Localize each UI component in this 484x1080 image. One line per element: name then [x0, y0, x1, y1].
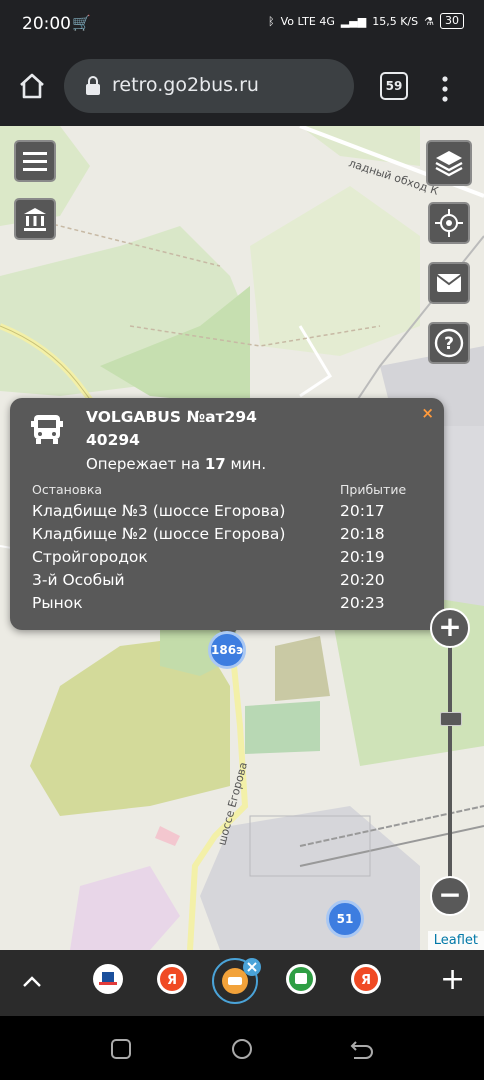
shortcut-yandex-2[interactable]: Я	[351, 964, 381, 994]
lab-icon: ⚗	[424, 14, 434, 28]
stop-name: 3-й Особый	[32, 571, 125, 589]
museum-icon	[24, 208, 46, 231]
ahead-value: 17	[204, 455, 226, 473]
shortcut-yandex-1[interactable]: Я	[157, 964, 187, 994]
status-icons: ᛒ Vo LTE 4G ▂▄▆ 15,5 K/S ⚗ 30	[268, 13, 464, 29]
popup-close-button[interactable]: ×	[421, 404, 434, 422]
signal-icon: ▂▄▆	[340, 14, 367, 28]
arrival-time: 20:20	[340, 571, 385, 589]
svg-text:Я: Я	[361, 973, 371, 988]
map-view[interactable]: ладный обход К шоссе Егорова ? VOLGABUS …	[0, 126, 484, 950]
chevron-up-icon[interactable]	[22, 974, 42, 988]
shortcut-app-1[interactable]	[93, 964, 123, 994]
locate-button[interactable]	[428, 202, 470, 244]
stop-name: Кладбище №3 (шоссе Егорова)	[32, 502, 286, 520]
lock-icon	[86, 76, 100, 95]
more-menu-icon[interactable]	[440, 74, 450, 104]
vehicle-number: 40294	[86, 431, 140, 449]
museum-button[interactable]	[14, 198, 56, 240]
address-bar[interactable]: retro.go2bus.ru	[64, 59, 354, 113]
help-button[interactable]: ?	[428, 322, 470, 364]
zoom-out-button[interactable]: −	[430, 876, 470, 916]
menu-icon	[23, 152, 47, 171]
layers-icon	[435, 151, 463, 177]
bottom-toolbar: Я Я +	[0, 950, 484, 1016]
browser-toolbar: retro.go2bus.ru 59	[0, 48, 484, 126]
arrival-time: 20:17	[340, 502, 385, 520]
vehicle-popup: VOLGABUS №ат294 40294 Опережает на 17 ми…	[10, 398, 444, 640]
col-header-arrival: Прибытие	[340, 482, 407, 497]
vehicle-title: VOLGABUS №ат294	[86, 408, 257, 426]
transport-app-icon	[289, 967, 313, 991]
system-nav-bar	[0, 1016, 484, 1080]
status-bar: 20:00 🛒 ᛒ Vo LTE 4G ▂▄▆ 15,5 K/S ⚗ 30	[0, 0, 484, 48]
bluetooth-icon: ᛒ	[268, 14, 275, 28]
tab-switcher-button[interactable]: 59	[380, 72, 408, 100]
mail-icon	[436, 274, 462, 292]
zoom-slider-handle[interactable]	[440, 712, 462, 726]
yandex-icon: Я	[354, 967, 378, 991]
arrival-time: 20:18	[340, 525, 385, 543]
mail-button[interactable]	[428, 262, 470, 304]
ahead-prefix: Опережает на	[86, 455, 201, 473]
yandex-icon: Я	[160, 967, 184, 991]
url-text: retro.go2bus.ru	[112, 74, 259, 96]
signal-text: Vo LTE 4G	[280, 14, 335, 28]
layers-button[interactable]	[426, 140, 472, 186]
stop-name: Кладбище №2 (шоссе Егорова)	[32, 525, 286, 543]
stop-name: Стройгородок	[32, 548, 148, 566]
zoom-slider-track[interactable]	[448, 644, 452, 880]
menu-button[interactable]	[14, 140, 56, 182]
ahead-suffix: мин.	[230, 455, 267, 473]
city-app-icon	[99, 972, 117, 985]
bus-marker-51[interactable]: 51	[326, 900, 364, 938]
home-icon[interactable]	[18, 72, 46, 100]
bus-icon	[31, 415, 63, 444]
arrival-time: 20:19	[340, 548, 385, 566]
arrival-time: 20:23	[340, 594, 385, 612]
speed-text: 15,5 K/S	[372, 14, 419, 28]
col-header-stop: Остановка	[32, 482, 103, 497]
locate-icon	[435, 209, 463, 237]
stop-name: Рынок	[32, 594, 83, 612]
recents-icon[interactable]	[110, 1038, 132, 1060]
schedule-deviation: Опережает на 17 мин.	[86, 455, 266, 473]
shortcut-transport[interactable]	[286, 964, 316, 994]
help-icon: ?	[434, 328, 464, 358]
back-icon[interactable]	[350, 1038, 374, 1060]
bus-marker-186e[interactable]: 186э	[208, 631, 246, 669]
svg-text:?: ?	[444, 334, 454, 354]
zoom-in-button[interactable]: +	[430, 608, 470, 648]
battery-indicator: 30	[440, 13, 464, 29]
new-tab-button[interactable]: +	[440, 962, 465, 997]
cart-icon: 🛒	[72, 14, 91, 32]
svg-text:Я: Я	[167, 973, 177, 988]
home-nav-icon[interactable]	[230, 1037, 254, 1061]
close-tab-icon[interactable]	[243, 958, 261, 976]
status-time: 20:00	[22, 14, 71, 34]
leaflet-attribution[interactable]: Leaflet	[427, 931, 484, 950]
